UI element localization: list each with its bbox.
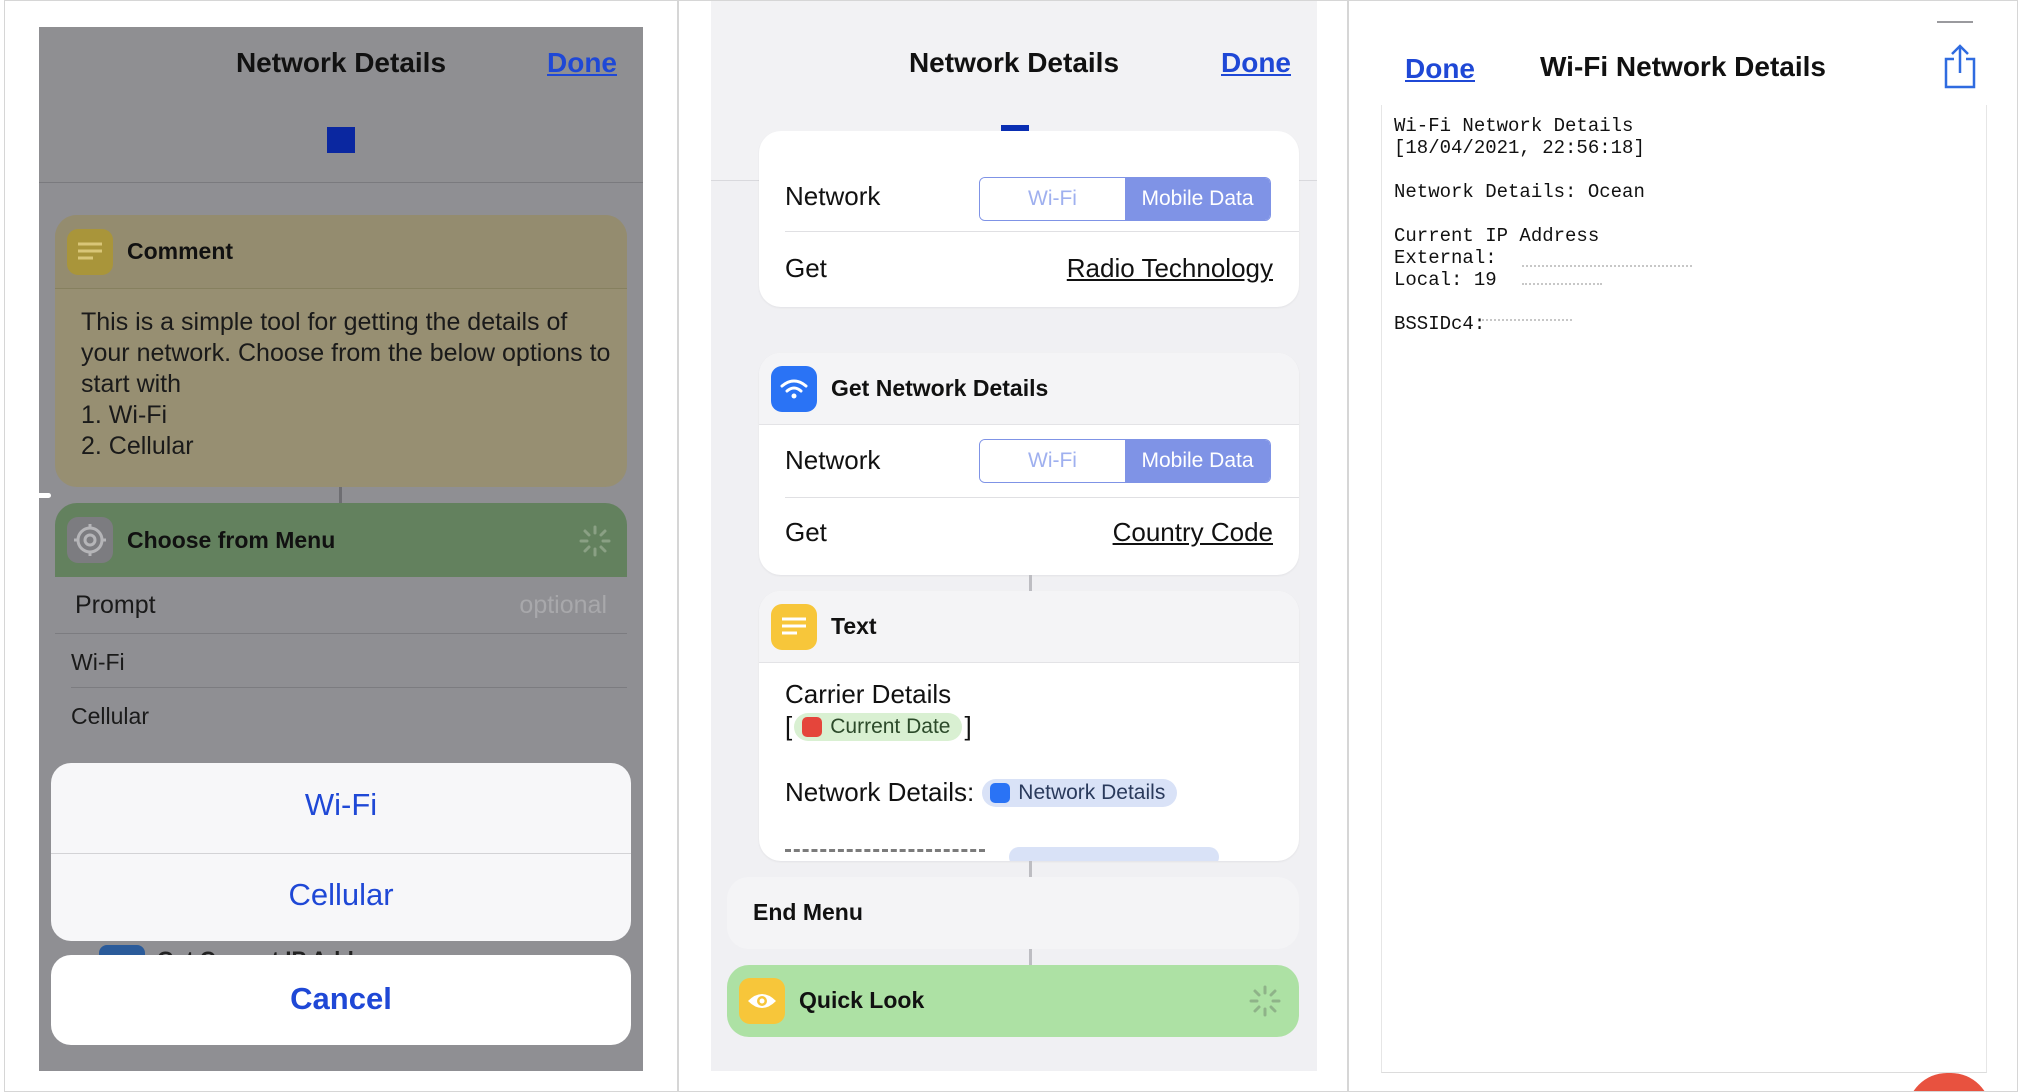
get-network-details-card[interactable]: Get Network Details Network Wi-Fi Mobile… [759,353,1299,575]
segment-wifi[interactable]: Wi-Fi [980,440,1125,482]
done-button[interactable]: Done [547,47,617,79]
document-view: Wi-Fi Network Details [18/04/2021, 22:56… [1381,105,1987,1073]
redacted-local-ip [1522,283,1602,285]
flow-connector [1029,949,1032,965]
cellular-details-card[interactable]: Network Wi-Fi Mobile Data Get Radio Tech… [759,131,1299,307]
bracket-close: ] [964,711,972,741]
sheet-option-wifi[interactable]: Wi-Fi [51,787,631,823]
doc-bssid: BSSIDc4: [1394,313,1486,335]
current-date-token-label: Current Date [830,714,951,738]
segment-mobile-data[interactable]: Mobile Data [1125,178,1270,220]
scroll-indicator [5,493,51,498]
clipped-text-line [785,849,985,861]
network-segmented-control[interactable]: Wi-Fi Mobile Data [979,439,1271,483]
prompt-field[interactable]: optional [519,591,607,620]
network-label: Network [785,445,881,475]
text-card-title: Text [831,613,877,639]
end-menu-card[interactable]: End Menu [727,877,1299,949]
doc-heading: Wi-Fi Network Details [1394,115,1634,137]
editor-header: Network Details Done [39,27,643,183]
network-details-token-label: Network Details [1018,780,1166,804]
network-label: Network [785,181,881,211]
network-details-token[interactable]: Network Details [982,778,1178,807]
comment-icon [67,228,113,275]
comment-action-card[interactable]: Comment This is a simple tool for gettin… [55,215,627,487]
quick-look-card[interactable]: Quick Look [727,965,1299,1037]
end-menu-label: End Menu [753,899,863,925]
cancel-sheet: Cancel [51,955,631,1045]
shortcut-editor: Network Details Done Network Wi-Fi Mobil… [711,1,1317,1071]
date-line: [ Current Date ] [785,711,972,742]
sheet-option-cellular[interactable]: Cellular [51,877,631,913]
segment-wifi[interactable]: Wi-Fi [980,178,1125,220]
shortcut-editor-dimmed: Network Details Done Comment This is a s… [39,27,643,1071]
comment-title: Comment [127,238,234,264]
redacted-bssid [1482,319,1572,321]
flow-connector [1029,575,1032,591]
segment-mobile-data[interactable]: Mobile Data [1125,440,1270,482]
current-date-token[interactable]: Current Date [794,712,963,741]
calendar-icon [802,716,823,737]
menu-title: Choose from Menu [127,526,336,553]
spinner-icon [1249,985,1281,1022]
doc-ip-heading: Current IP Address [1394,225,1600,247]
get-value-link[interactable]: Country Code [1113,517,1273,548]
floating-button[interactable] [1907,1073,1991,1091]
get-value-link[interactable]: Radio Technology [1067,253,1273,284]
menu-item-wifi[interactable]: Wi-Fi [71,649,125,676]
get-label: Get [785,253,827,283]
grabber [1937,21,1973,23]
spinner-icon [579,525,611,562]
network-segmented-control[interactable]: Wi-Fi Mobile Data [979,177,1271,221]
panel-quick-look-result: Done Wi-Fi Network Details Wi-Fi Network… [1348,0,2018,1092]
comment-body[interactable]: This is a simple tool for getting the de… [81,307,621,462]
prompt-label: Prompt [75,591,156,619]
doc-timestamp: [18/04/2021, 22:56:18] [1394,137,1645,159]
menu-item-cellular[interactable]: Cellular [71,703,149,730]
text-action-card[interactable]: Text Carrier Details [ Current Date ] Ne… [759,591,1299,861]
page-title: Wi-Fi Network Details [1539,51,1826,82]
flow-connector [339,487,342,503]
bracket-open: [ [785,711,793,741]
clipped-token [1009,847,1219,861]
stop-icon[interactable] [327,127,355,153]
doc-external-ip: External: [1394,247,1497,269]
wifi-icon [990,782,1011,803]
doc-network-details: Network Details: Ocean [1394,181,1645,203]
eye-icon [739,978,785,1024]
gear-icon [67,517,113,563]
text-line-carrier: Carrier Details [785,679,952,709]
cancel-button[interactable]: Cancel [51,981,631,1017]
flow-connector [1029,861,1032,877]
panel-choose-menu: Network Details Done Comment This is a s… [4,0,678,1092]
get-network-details-title: Get Network Details [831,375,1049,401]
done-button[interactable]: Done [1221,47,1291,79]
panel-workflow-actions: Network Details Done Network Wi-Fi Mobil… [678,0,1348,1092]
get-label: Get [785,517,827,547]
network-details-prefix: Network Details: [785,777,975,807]
action-sheet: Wi-Fi Cellular [51,763,631,941]
doc-local-ip: Local: 19 [1394,269,1497,291]
redacted-external-ip [1522,265,1692,267]
network-details-line: Network Details: Network Details [785,777,1178,808]
share-icon[interactable] [1943,43,1977,94]
quick-look-label: Quick Look [799,987,925,1013]
text-icon [771,603,817,650]
wifi-icon [771,365,817,412]
